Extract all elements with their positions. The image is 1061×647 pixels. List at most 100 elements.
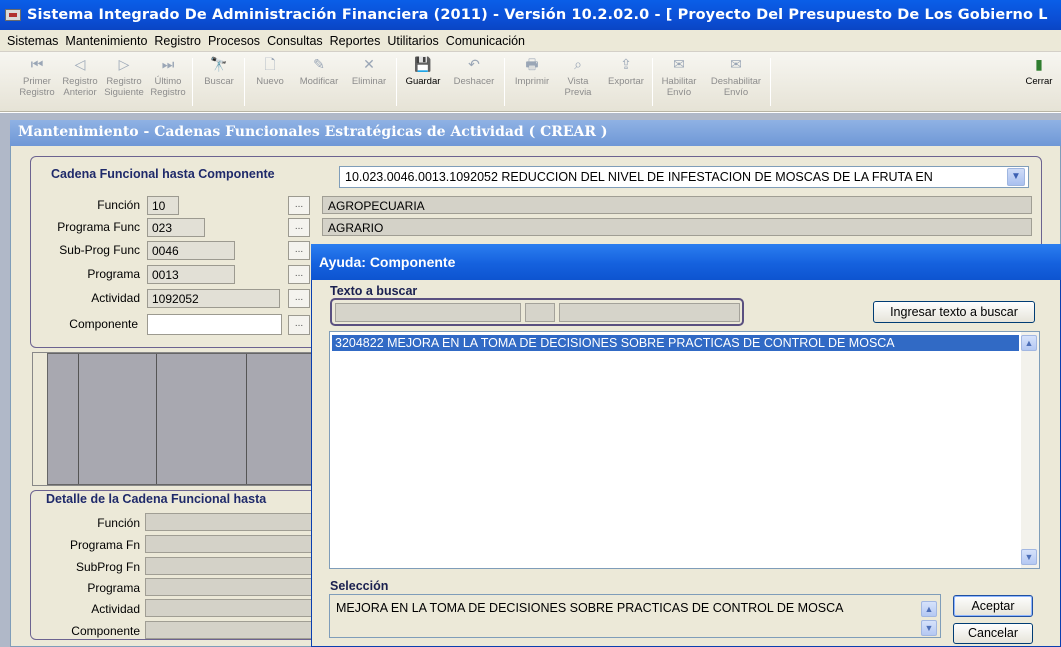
search-input-segment-2[interactable] (525, 303, 555, 322)
search-input-segment-3[interactable] (559, 303, 740, 322)
dialog-title: Ayuda: Componente (311, 244, 1061, 280)
programa-func-lookup-button[interactable]: ... (288, 218, 310, 237)
previous-record-icon: ◁ (74, 55, 86, 72)
search-text-label: Texto a buscar (330, 284, 418, 298)
funcion-field[interactable]: 10 (147, 196, 179, 215)
next-record-label-1: Registro (106, 76, 142, 87)
app-icon (5, 9, 21, 21)
menu-consultas[interactable]: Consultas (267, 34, 323, 48)
selection-scroll-down-icon[interactable]: ▼ (921, 620, 937, 636)
exit-door-icon: ▮ (1035, 55, 1043, 72)
funcion-lookup-button[interactable]: ... (288, 196, 310, 215)
delete-icon: ✕ (363, 55, 375, 72)
menu-registro[interactable]: Registro (154, 34, 201, 48)
export-label: Exportar (608, 76, 644, 87)
programa-lookup-button[interactable]: ... (288, 265, 310, 284)
title-bar: Sistema Integrado De Administración Fina… (0, 0, 1061, 30)
detalle-programa-fn-field (145, 535, 315, 553)
new-label: Nuevo (256, 76, 284, 87)
save-button[interactable]: 💾 Guardar (400, 56, 446, 108)
print-preview-label-1: Vista (567, 76, 589, 87)
export-button[interactable]: ⇪ Exportar (602, 56, 650, 108)
last-record-button[interactable]: ⏭ Último Registro (148, 56, 188, 108)
accept-button[interactable]: Aceptar (953, 595, 1033, 617)
undo-label: Deshacer (453, 76, 495, 87)
menu-procesos[interactable]: Procesos (208, 34, 260, 48)
menu-utilitarios[interactable]: Utilitarios (387, 34, 438, 48)
subprog-func-lookup-button[interactable]: ... (288, 241, 310, 260)
previous-record-button[interactable]: ◁ Registro Anterior (62, 55, 98, 108)
actividad-label: Actividad (91, 291, 140, 305)
selection-scroll-up-icon[interactable]: ▲ (921, 601, 937, 617)
next-record-button[interactable]: ▷ Registro Siguiente (103, 56, 145, 108)
componente-field[interactable] (147, 314, 282, 335)
chevron-down-icon[interactable]: ▼ (1007, 168, 1025, 186)
menu-bar: Sistemas Mantenimiento Registro Procesos… (0, 30, 1061, 52)
export-icon: ⇪ (620, 55, 632, 72)
printer-icon: 🖶 (525, 55, 539, 72)
window-title: Sistema Integrado De Administración Fina… (27, 7, 1048, 23)
componente-list[interactable]: 3204822 MEJORA EN LA TOMA DE DECISIONES … (329, 331, 1040, 569)
disable-send-button[interactable]: ✉ Deshabilitar Envío (706, 56, 766, 108)
binoculars-icon: 🔭 (210, 55, 228, 72)
programa-func-label: Programa Func (57, 220, 140, 234)
actividad-field[interactable]: 1092052 (147, 289, 280, 308)
detalle-subprog-fn-label: SubProg Fn (75, 560, 140, 574)
detalle-componente-label: Componente (71, 624, 140, 638)
first-record-label-1: Primer (23, 76, 51, 87)
modify-button[interactable]: ✎ Modificar (292, 56, 346, 108)
enable-send-button[interactable]: ✉ Habilitar Envío (656, 56, 702, 108)
modify-label: Modificar (299, 76, 339, 87)
disable-send-label-1: Deshabilitar (710, 76, 762, 87)
envelope-icon: ✉ (673, 55, 685, 72)
programa-field[interactable]: 0013 (147, 265, 235, 284)
cancel-button[interactable]: Cancelar (953, 623, 1033, 644)
scroll-up-icon[interactable]: ▲ (1021, 335, 1037, 351)
previous-record-label-2: Anterior (63, 87, 97, 98)
search-button[interactable]: 🔭 Buscar (198, 56, 240, 108)
data-grid[interactable] (47, 353, 327, 485)
actividad-lookup-button[interactable]: ... (288, 289, 310, 308)
next-record-icon: ▷ (118, 55, 130, 72)
search-input-segment-1[interactable] (335, 303, 521, 322)
menu-comunicacion[interactable]: Comunicación (446, 34, 525, 48)
save-label: Guardar (405, 76, 441, 87)
search-label: Buscar (204, 76, 234, 87)
search-input-frame (330, 298, 744, 326)
new-button[interactable]: 🗋 Nuevo (250, 56, 290, 108)
print-label: Imprimir (514, 76, 550, 87)
print-preview-button[interactable]: ⌕ Vista Previa (558, 56, 598, 108)
detalle-subprog-fn-field (145, 557, 315, 575)
detalle-funcion-field (145, 513, 315, 531)
subprog-func-field[interactable]: 0046 (147, 241, 235, 260)
menu-sistemas[interactable]: Sistemas (7, 34, 58, 48)
edit-icon: ✎ (313, 55, 325, 72)
first-record-button[interactable]: ⏮ Primer Registro (19, 55, 54, 108)
selection-box[interactable]: MEJORA EN LA TOMA DE DECISIONES SOBRE PR… (329, 594, 941, 638)
detalle-componente-field (145, 621, 315, 639)
print-button[interactable]: 🖶 Imprimir (508, 56, 556, 108)
menu-mantenimiento[interactable]: Mantenimiento (65, 34, 147, 48)
previous-record-label-1: Registro (62, 76, 98, 87)
cadena-funcional-combo[interactable]: 10.023.0046.0013.1092052 REDUCCION DEL N… (339, 166, 1029, 188)
list-item[interactable]: 3204822 MEJORA EN LA TOMA DE DECISIONES … (332, 335, 1019, 351)
scroll-down-icon[interactable]: ▼ (1021, 549, 1037, 565)
close-button[interactable]: ▮ Cerrar (1022, 56, 1056, 108)
subprog-func-label: Sub-Prog Func (59, 243, 140, 257)
componente-lookup-button[interactable]: ... (288, 315, 310, 335)
programa-label: Programa (87, 267, 140, 281)
delete-button[interactable]: ✕ Eliminar (346, 56, 392, 108)
undo-button[interactable]: ↶ Deshacer (448, 56, 500, 108)
funcion-description: AGROPECUARIA (322, 196, 1032, 214)
group-detalle-title: Detalle de la Cadena Funcional hasta (42, 492, 312, 506)
first-record-icon: ⏮ (30, 55, 44, 72)
detalle-programa-field (145, 578, 315, 596)
programa-func-field[interactable]: 023 (147, 218, 205, 237)
menu-reportes[interactable]: Reportes (330, 34, 381, 48)
enter-search-text-button[interactable]: Ingresar texto a buscar (873, 301, 1035, 323)
selection-label: Selección (330, 579, 389, 593)
new-document-icon: 🗋 (264, 55, 276, 72)
detalle-actividad-label: Actividad (91, 602, 140, 616)
detalle-programa-label: Programa (87, 581, 140, 595)
main-window-title: Mantenimiento - Cadenas Funcionales Estr… (10, 120, 1061, 146)
